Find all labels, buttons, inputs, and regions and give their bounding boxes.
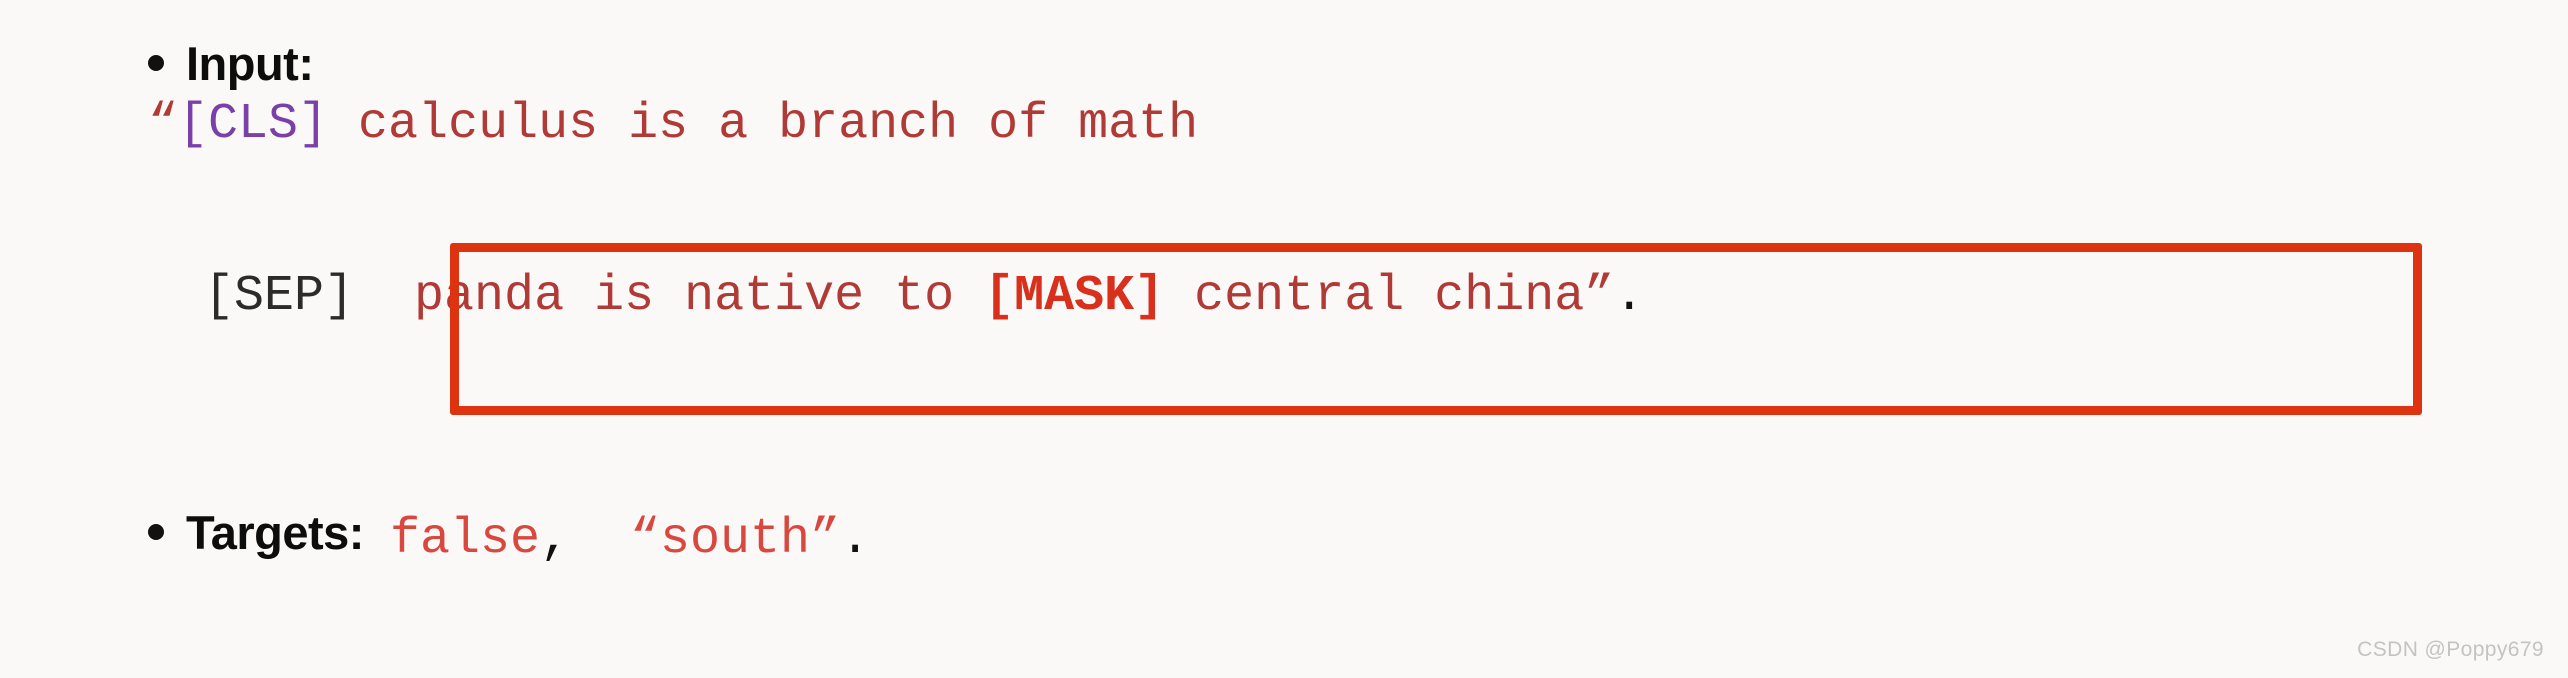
bullet-dot-icon [148,524,164,540]
targets-values: false, “south”. [390,511,870,568]
target-open-quote: “ [630,511,661,568]
bullet-dot-icon [148,55,164,71]
targets-spacer [570,511,630,568]
sep-token: [SEP] [204,268,355,325]
input-line-1: “[CLS] calculus is a branch of math [148,96,1198,153]
targets-period: . [840,511,871,568]
target-separator: , [539,511,570,568]
targets-heading-label: Targets: [186,506,364,559]
target-value-2: south [660,511,811,568]
target-close-quote: ” [810,511,841,568]
boxed-spacer [354,268,414,325]
cls-token: [CLS] [178,96,329,153]
input-bullet-line: Input: [148,36,314,91]
input-line-1-text: calculus is a branch of math [328,96,1199,153]
mask-highlight-box [450,243,2422,415]
opening-quote: “ [148,96,179,153]
watermark-text: CSDN @Poppy679 [2357,638,2544,661]
input-heading-label: Input: [186,37,314,90]
target-value-1: false [389,511,540,568]
slide-canvas: Input: “[CLS] calculus is a branch of ma… [0,0,2568,678]
targets-row: Targets: false, “south”. [148,505,870,568]
